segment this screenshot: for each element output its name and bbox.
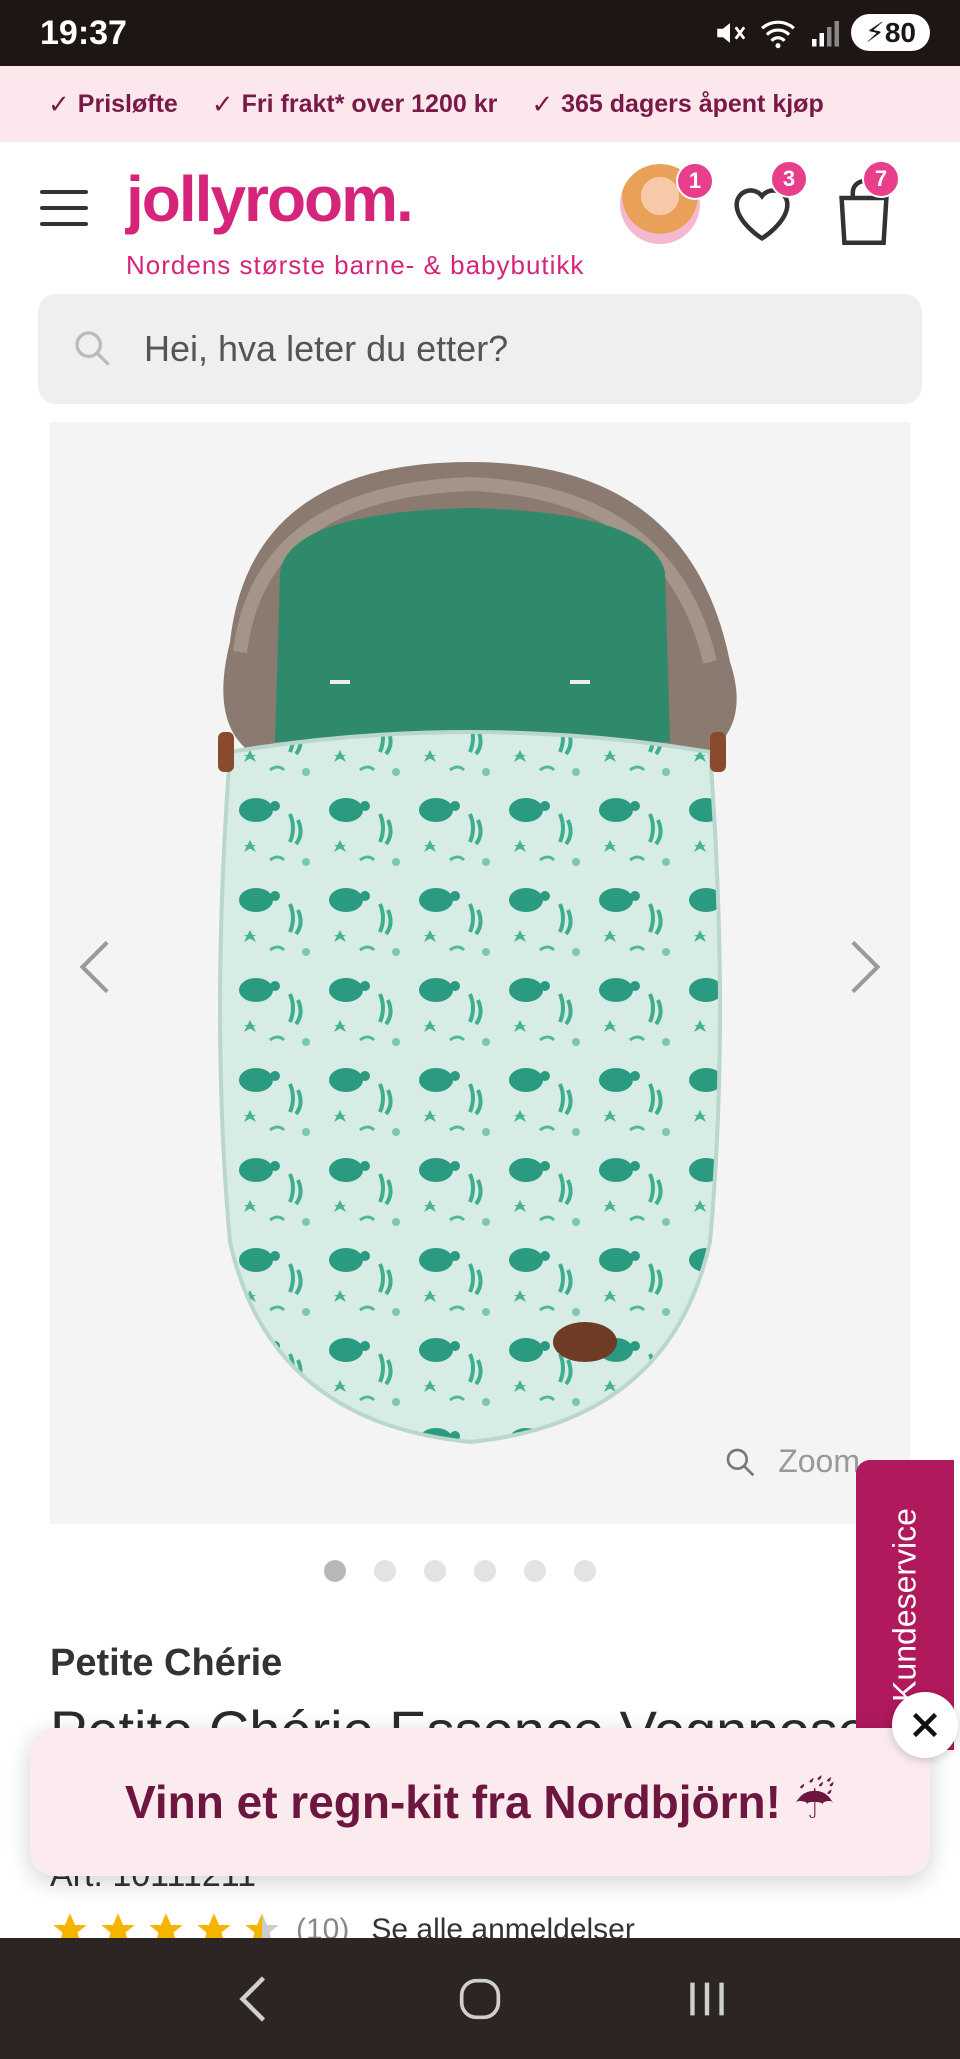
chevron-left-icon (79, 940, 109, 994)
promo-popup-text: Vinn et regn-kit fra Nordbjörn! ☔ (125, 1776, 835, 1828)
gallery-dot[interactable] (424, 1560, 446, 1582)
nav-home-button[interactable] (440, 1959, 520, 2039)
close-icon (912, 1712, 938, 1738)
cart-badge: 7 (862, 160, 900, 198)
promo-popup[interactable]: Vinn et regn-kit fra Nordbjörn! ☔ (30, 1728, 930, 1876)
usp-label: 365 dagers åpent kjøp (561, 89, 824, 118)
zoom-button[interactable]: Zoom (724, 1443, 860, 1480)
search-bar[interactable] (38, 294, 922, 404)
status-time: 19:37 (40, 14, 127, 52)
gallery-pagination (0, 1560, 960, 1582)
gallery-dot[interactable] (324, 1560, 346, 1582)
gallery-dot[interactable] (474, 1560, 496, 1582)
nav-recents-button[interactable] (667, 1959, 747, 2039)
site-logo[interactable]: jollyroom. (126, 162, 414, 236)
product-gallery[interactable]: Zoom (50, 422, 910, 1524)
check-icon: ✓ (48, 88, 70, 119)
mute-icon (717, 22, 746, 43)
usp-item: ✓ Prisløfte (48, 89, 178, 120)
gallery-next-button[interactable] (836, 922, 896, 1012)
popup-close-button[interactable] (892, 1692, 958, 1758)
search-input[interactable] (144, 294, 884, 404)
zoom-label: Zoom (778, 1443, 860, 1479)
status-icons: ⚡80 (713, 14, 930, 51)
battery-level: 80 (884, 17, 916, 48)
signal-icon (812, 20, 840, 46)
nav-back-button[interactable] (213, 1959, 293, 2039)
gallery-prev-button[interactable] (64, 922, 124, 1012)
assistant-avatar[interactable]: 1 (620, 162, 714, 244)
site-header: jollyroom. Nordens største barne- & baby… (0, 142, 960, 292)
check-icon: ✓ (531, 88, 554, 119)
hamburger-icon[interactable] (40, 190, 88, 226)
home-icon (459, 1978, 501, 2019)
gallery-dot[interactable] (574, 1560, 596, 1582)
system-nav-bar (0, 1938, 960, 2059)
recents-icon (689, 1982, 724, 2015)
wifi-icon (761, 20, 796, 48)
site-tagline: Nordens største barne- & babybutikk (126, 250, 585, 280)
status-bar: 19:37 ⚡80 (0, 0, 960, 66)
usp-item: ✓ 365 dagers åpent kjøp (531, 89, 823, 120)
usp-label: Fri frakt* over 1200 kr (241, 89, 498, 118)
battery-indicator: ⚡80 (851, 14, 930, 51)
gallery-dot[interactable] (374, 1560, 396, 1582)
back-icon (239, 1975, 266, 2022)
gallery-dot[interactable] (524, 1560, 546, 1582)
cart-button[interactable]: 7 (836, 160, 900, 251)
check-icon: ✓ (211, 88, 234, 119)
customer-service-label: Kundeservice (886, 1508, 923, 1702)
avatar-badge: 1 (676, 162, 714, 200)
wishlist-button[interactable]: 3 (728, 160, 808, 249)
chevron-right-icon (851, 940, 881, 994)
usp-item: ✓ Fri frakt* over 1200 kr (212, 89, 498, 120)
usp-label: Prisløfte (77, 89, 178, 118)
product-brand[interactable]: Petite Chérie (50, 1642, 282, 1685)
magnifier-icon (726, 1448, 755, 1476)
product-image[interactable] (50, 422, 910, 1524)
wishlist-badge: 3 (770, 160, 808, 198)
usp-strip: ✓ Prisløfte ✓ Fri frakt* over 1200 kr ✓ … (0, 66, 960, 142)
search-icon (75, 331, 110, 366)
